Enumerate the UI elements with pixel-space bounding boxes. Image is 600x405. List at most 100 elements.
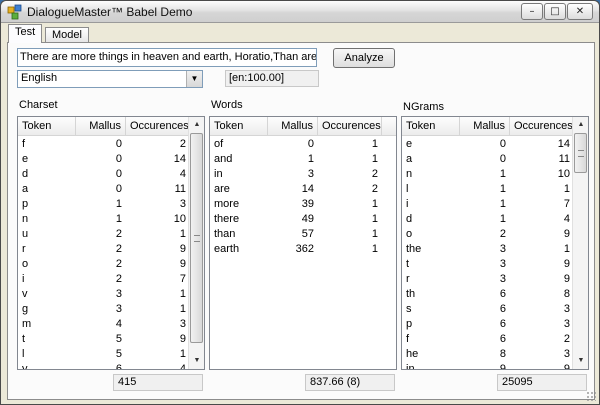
list-row[interactable]: o 2 9 <box>402 227 574 242</box>
scroll-down-icon[interactable]: ▼ <box>189 353 204 369</box>
list-row[interactable]: earth 362 1 <box>210 242 382 257</box>
row-mallus: 1 <box>499 183 506 195</box>
list-row[interactable]: and 1 1 <box>210 152 382 167</box>
scroll-thumb[interactable] <box>190 133 203 343</box>
list-row[interactable]: i 1 7 <box>402 197 574 212</box>
analysis-text-input[interactable]: There are more things in heaven and eart… <box>17 48 317 67</box>
list-row[interactable]: a 0 11 <box>18 182 190 197</box>
list-row[interactable]: p 1 3 <box>18 197 190 212</box>
column-header-mallus[interactable]: Mallus <box>76 117 126 136</box>
column-header-mallus[interactable]: Mallus <box>460 117 510 136</box>
scroll-down-icon[interactable]: ▼ <box>573 353 588 369</box>
list-row[interactable]: i 2 7 <box>18 272 190 287</box>
list-row[interactable]: n 1 10 <box>18 212 190 227</box>
chevron-down-icon[interactable]: ▼ <box>186 71 202 87</box>
scroll-thumb[interactable] <box>574 133 587 173</box>
list-row[interactable]: e 0 14 <box>18 152 190 167</box>
detection-result: [en:100.00] <box>225 70 319 87</box>
analyze-button[interactable]: Analyze <box>333 48 395 68</box>
row-occurences: 1 <box>371 243 378 255</box>
list-row[interactable]: n 1 10 <box>402 167 574 182</box>
words-list[interactable]: Token Mallus Occurences of 0 1 and 1 1 in 3 2 are… <box>209 116 397 370</box>
row-occurences: 3 <box>563 348 570 360</box>
list-row[interactable]: s 6 3 <box>402 302 574 317</box>
language-select[interactable]: English ▼ <box>17 70 203 88</box>
list-row[interactable]: y 6 4 <box>18 362 190 369</box>
row-token: t <box>22 333 26 345</box>
row-token: r <box>406 273 410 285</box>
list-row[interactable]: o 2 9 <box>18 257 190 272</box>
list-row[interactable]: more 39 1 <box>210 197 382 212</box>
column-header-token[interactable]: Token <box>18 117 76 136</box>
list-row[interactable]: the 3 1 <box>402 242 574 257</box>
ngrams-scrollbar[interactable]: ▲ ▼ <box>572 117 588 369</box>
row-token: earth <box>214 243 240 255</box>
list-row[interactable]: are 14 2 <box>210 182 382 197</box>
column-header-occurences[interactable]: Occurences <box>126 117 190 136</box>
scroll-up-icon[interactable]: ▲ <box>189 117 204 133</box>
charset-scrollbar[interactable]: ▲ ▼ <box>188 117 204 369</box>
row-token: u <box>22 228 29 240</box>
list-row[interactable]: l 1 1 <box>402 182 574 197</box>
list-row[interactable]: there 49 1 <box>210 212 382 227</box>
language-selected-value: English <box>21 72 58 84</box>
minimize-button[interactable]: – <box>521 3 543 20</box>
list-row[interactable]: he 8 3 <box>402 347 574 362</box>
column-header-occurences[interactable]: Occurences <box>318 117 382 136</box>
row-mallus: 39 <box>301 198 314 210</box>
list-row[interactable]: p 6 3 <box>402 317 574 332</box>
row-mallus: 0 <box>307 138 314 150</box>
list-row[interactable]: v 3 1 <box>18 287 190 302</box>
close-button[interactable]: ✕ <box>567 3 593 20</box>
maximize-button[interactable]: □ <box>544 3 566 20</box>
row-mallus: 6 <box>499 318 506 330</box>
charset-list[interactable]: Token Mallus Occurences f 0 2 e 0 14 d 0 4 a 0 11 p 1… <box>17 116 205 370</box>
column-header-occurences[interactable]: Occurences <box>510 117 574 136</box>
row-token: d <box>406 213 413 225</box>
list-row[interactable]: f 0 2 <box>18 137 190 152</box>
column-header-mallus[interactable]: Mallus <box>268 117 318 136</box>
list-row[interactable]: r 3 9 <box>402 272 574 287</box>
row-token: r <box>22 243 26 255</box>
tab-model[interactable]: Model <box>45 27 89 42</box>
list-row[interactable]: m 4 3 <box>18 317 190 332</box>
row-token: of <box>214 138 224 150</box>
ngrams-list[interactable]: Token Mallus Occurences e 0 14 a 0 11 n 1 10 l 1 1 i… <box>401 116 589 370</box>
list-row[interactable]: e 0 14 <box>402 137 574 152</box>
row-token: p <box>22 198 29 210</box>
resize-grip-icon[interactable] <box>586 391 596 401</box>
list-row[interactable]: g 3 1 <box>18 302 190 317</box>
list-row[interactable]: d 0 4 <box>18 167 190 182</box>
list-row[interactable]: t 3 9 <box>402 257 574 272</box>
list-row[interactable]: th 6 8 <box>402 287 574 302</box>
column-header-token[interactable]: Token <box>210 117 268 136</box>
row-mallus: 0 <box>115 153 122 165</box>
scroll-up-icon[interactable]: ▲ <box>573 117 588 133</box>
list-row[interactable]: r 2 9 <box>18 242 190 257</box>
row-mallus: 3 <box>499 273 506 285</box>
row-occurences: 1 <box>371 153 378 165</box>
row-occurences: 1 <box>179 288 186 300</box>
list-row[interactable]: d 1 4 <box>402 212 574 227</box>
list-row[interactable]: than 57 1 <box>210 227 382 242</box>
row-occurences: 7 <box>179 273 186 285</box>
row-mallus: 3 <box>499 258 506 270</box>
row-occurences: 9 <box>563 228 570 240</box>
list-row[interactable]: a 0 11 <box>402 152 574 167</box>
column-header-token[interactable]: Token <box>402 117 460 136</box>
list-row[interactable]: in 3 2 <box>210 167 382 182</box>
row-mallus: 14 <box>301 183 314 195</box>
list-row[interactable]: in 9 9 <box>402 362 574 369</box>
tab-test[interactable]: Test <box>8 24 43 43</box>
row-mallus: 3 <box>307 168 314 180</box>
list-row[interactable]: t 5 9 <box>18 332 190 347</box>
list-row[interactable]: l 5 1 <box>18 347 190 362</box>
list-row[interactable]: of 0 1 <box>210 137 382 152</box>
row-occurences: 9 <box>179 333 186 345</box>
row-occurences: 9 <box>179 243 186 255</box>
title-bar[interactable]: DialogueMaster™ Babel Demo – □ ✕ <box>1 1 599 23</box>
list-row[interactable]: f 6 2 <box>402 332 574 347</box>
list-row[interactable]: u 2 1 <box>18 227 190 242</box>
row-mallus: 5 <box>115 333 122 345</box>
row-occurences: 1 <box>371 138 378 150</box>
